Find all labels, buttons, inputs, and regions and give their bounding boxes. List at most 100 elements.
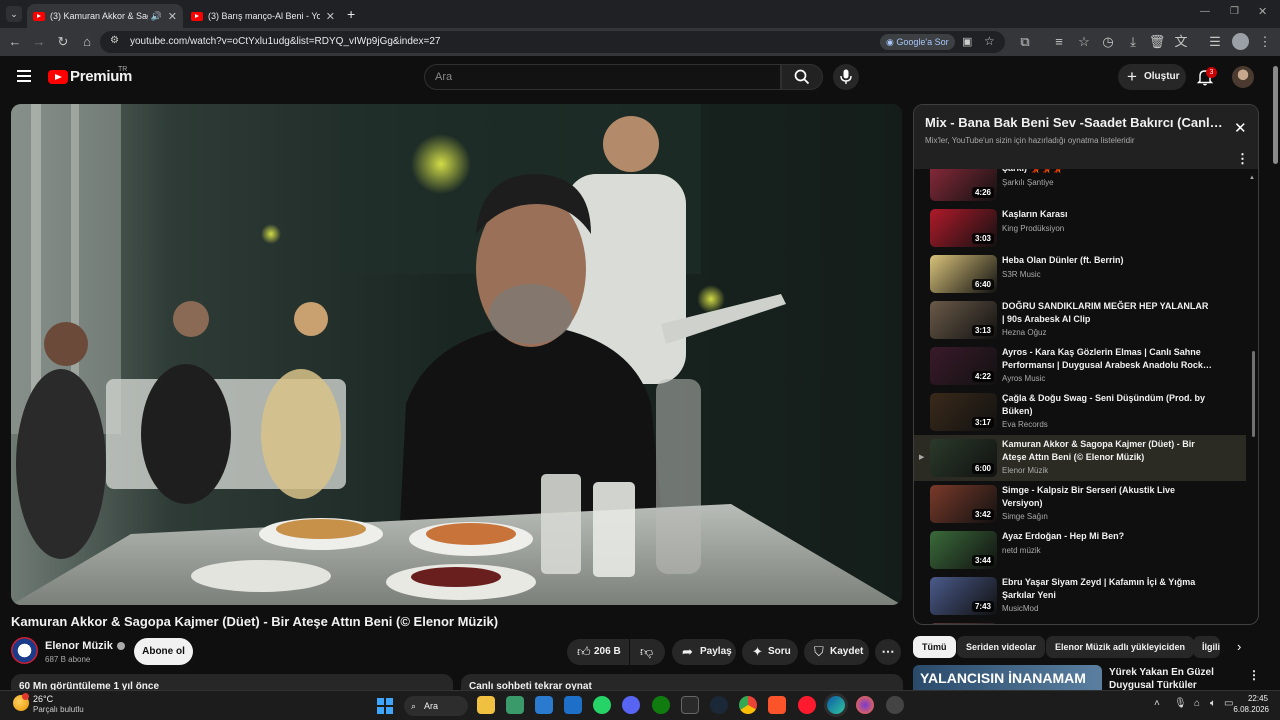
- share-button[interactable]: ➦ Paylaş: [672, 639, 736, 665]
- weather-temperature[interactable]: 26°C: [33, 694, 53, 704]
- save-button[interactable]: ⛉ Kaydet: [804, 639, 869, 665]
- playlist-item[interactable]: 3:03 Kaşların Karası King Prodüksiyon: [914, 205, 1246, 251]
- back-icon[interactable]: ←: [6, 33, 24, 51]
- playlist-thumbnail[interactable]: 6:40: [930, 255, 997, 293]
- more-vertical-icon[interactable]: ⋮: [1248, 668, 1260, 682]
- close-icon[interactable]: ✕: [1234, 119, 1247, 137]
- create-button[interactable]: + Oluştur: [1118, 64, 1186, 90]
- volume-icon[interactable]: 🔈︎: [1210, 698, 1216, 709]
- xbox-icon[interactable]: [652, 696, 670, 714]
- voice-search-button[interactable]: [833, 64, 859, 90]
- playlist-thumbnail[interactable]: 4:26: [930, 169, 997, 201]
- close-tab-icon[interactable]: ✕: [168, 10, 177, 23]
- weather-description[interactable]: Parçalı bulutlu: [33, 705, 84, 714]
- search-button[interactable]: [781, 64, 823, 90]
- playlist-scroll-thumb[interactable]: [1252, 351, 1255, 437]
- ask-button[interactable]: ✦ Soru: [742, 639, 798, 665]
- mail-icon[interactable]: [564, 696, 582, 714]
- taskbar-search[interactable]: ⌕ Ara: [404, 696, 468, 716]
- tab-active[interactable]: (3) Kamuran Akkor & Sagopa Kajmer 🔊 ✕: [27, 4, 183, 28]
- subscribe-button[interactable]: Abone ol: [134, 638, 193, 665]
- playlist-thumbnail[interactable]: 4:22: [930, 347, 997, 385]
- epic-games-icon[interactable]: [681, 696, 699, 714]
- maximize-icon[interactable]: ❐: [1230, 6, 1239, 17]
- playlist-item[interactable]: 4:22 Ayros - Kara Kaş Gözlerin Elmas | Ca…: [914, 343, 1246, 389]
- clock-date[interactable]: 6.08.2026: [1219, 705, 1269, 714]
- playlist-item[interactable]: 3:17 Çağla & Doğu Swag - Seni Düşündüm (P…: [914, 389, 1246, 435]
- playlist-thumbnail[interactable]: 3:42: [930, 485, 997, 523]
- extensions-icon[interactable]: ⧉: [1016, 33, 1034, 51]
- chip-all[interactable]: Tümü: [913, 636, 956, 658]
- playlist-item[interactable]: 3:44 Ayaz Erdoğan - Hep Mi Ben? netd müzik: [914, 527, 1246, 573]
- more-actions-button[interactable]: ⋯: [875, 639, 901, 665]
- bookmark-star-icon[interactable]: ☆: [984, 34, 995, 48]
- opera-icon[interactable]: [798, 696, 816, 714]
- speaker-icon[interactable]: 🔊: [151, 11, 162, 22]
- steam-icon[interactable]: [710, 696, 728, 714]
- sidebar-icon[interactable]: ☰: [1206, 33, 1224, 51]
- reading-list-icon[interactable]: ≡: [1050, 33, 1068, 51]
- tray-chevron-icon[interactable]: ˄: [1154, 698, 1160, 709]
- playlist-title[interactable]: Mix - Bana Bak Beni Sev -Saadet Bakırcı …: [925, 115, 1225, 130]
- playlist-thumbnail[interactable]: 3:17: [930, 393, 997, 431]
- microphone-tray-icon[interactable]: 🎙︎: [1174, 698, 1187, 709]
- playlist-item[interactable]: 3:13 DOĞRU SANDIKLARIM MEĞER HEP YALANLAR…: [914, 297, 1246, 343]
- dislike-button[interactable]: 👎︎: [630, 639, 665, 665]
- new-tab-icon[interactable]: +: [347, 6, 355, 22]
- reload-icon[interactable]: ↻: [54, 33, 72, 51]
- file-explorer-icon[interactable]: [477, 696, 495, 714]
- channel-name[interactable]: Elenor Müzik: [45, 640, 125, 652]
- chrome-icon[interactable]: [739, 696, 757, 714]
- playlist-item[interactable]: 6:40 Heba Olan Dünler (ft. Berrin) S3R Mus…: [914, 251, 1246, 297]
- more-vertical-icon[interactable]: ⋮: [1236, 151, 1249, 167]
- tab-search-icon[interactable]: ⌄: [6, 6, 22, 22]
- firefox-icon[interactable]: [856, 696, 874, 714]
- edge-icon[interactable]: [827, 696, 845, 714]
- close-window-icon[interactable]: ✕: [1258, 5, 1267, 18]
- forward-icon[interactable]: →: [30, 33, 48, 51]
- recommendation-title[interactable]: Yürek Yakan En Güzel Duygusal Türküler: [1109, 666, 1244, 692]
- downloads-icon[interactable]: ⤓: [1124, 33, 1142, 51]
- brave-icon[interactable]: [768, 696, 786, 714]
- chip-uploader[interactable]: Elenor Müzik adlı yükleyiciden: [1046, 636, 1195, 658]
- address-bar[interactable]: ⚙ youtube.com/watch?v=oCtYxlu1udg&list=R…: [100, 31, 1005, 53]
- translate-icon[interactable]: 文: [1172, 33, 1190, 51]
- like-button[interactable]: 👍︎ 206 B: [567, 639, 629, 665]
- scroll-up-arrow-icon[interactable]: ▲: [1249, 175, 1255, 181]
- browser-menu-icon[interactable]: ⋮: [1256, 33, 1274, 51]
- playlist-item[interactable]: 7:43 Ebru Yaşar Siyam Zeyd | Kafamın İçi …: [914, 573, 1246, 619]
- playlist-item[interactable]: 4:26 Şarkı) 💃💃💃 Şarkılı Şantiye: [914, 169, 1246, 205]
- playlist-thumbnail[interactable]: 3:13: [930, 301, 997, 339]
- home-icon[interactable]: ⌂: [78, 33, 96, 51]
- playlist-thumbnail[interactable]: 3:44: [930, 531, 997, 569]
- chip-related[interactable]: İlgili: [1193, 636, 1220, 658]
- chevron-right-icon[interactable]: ›: [1237, 639, 1241, 654]
- playlist-thumbnail[interactable]: [930, 623, 997, 624]
- favorites-icon[interactable]: ☆: [1075, 33, 1093, 51]
- github-icon[interactable]: [886, 696, 904, 714]
- discord-icon[interactable]: [622, 696, 640, 714]
- profile-avatar-icon[interactable]: [1232, 33, 1249, 50]
- account-avatar[interactable]: [1232, 66, 1254, 88]
- clock-time[interactable]: 22:45: [1236, 694, 1268, 703]
- page-scroll-thumb[interactable]: [1273, 66, 1278, 164]
- whatsapp-icon[interactable]: [593, 696, 611, 714]
- site-info-icon[interactable]: ⚙: [110, 35, 119, 46]
- playlist-thumbnail[interactable]: 7:43: [930, 577, 997, 615]
- store-icon[interactable]: [535, 696, 553, 714]
- network-icon[interactable]: ⌂: [1194, 698, 1200, 709]
- delete-icon[interactable]: 🗑: [1148, 33, 1166, 51]
- channel-avatar[interactable]: [11, 637, 38, 664]
- chip-series[interactable]: Seriden videolar: [957, 636, 1046, 658]
- windows-start-icon[interactable]: [377, 698, 393, 714]
- tab-inactive[interactable]: (3) Barış manço-Al Beni - YouTube ✕: [185, 4, 341, 28]
- playlist-thumbnail[interactable]: 6:00: [930, 439, 997, 477]
- playlist-thumbnail[interactable]: 3:03: [930, 209, 997, 247]
- hamburger-menu-icon[interactable]: [17, 70, 31, 82]
- search-input[interactable]: Ara: [424, 64, 781, 90]
- playlist-item[interactable]: ▶ 6:00 Kamuran Akkor & Sagopa Kajmer (Düet…: [914, 435, 1246, 481]
- recommendation-thumbnail[interactable]: YALANCISIN İNANAMAM: [913, 665, 1102, 690]
- minimize-icon[interactable]: —: [1200, 6, 1210, 17]
- youtube-logo-icon[interactable]: [48, 70, 68, 84]
- cast-icon[interactable]: ▣: [962, 35, 972, 48]
